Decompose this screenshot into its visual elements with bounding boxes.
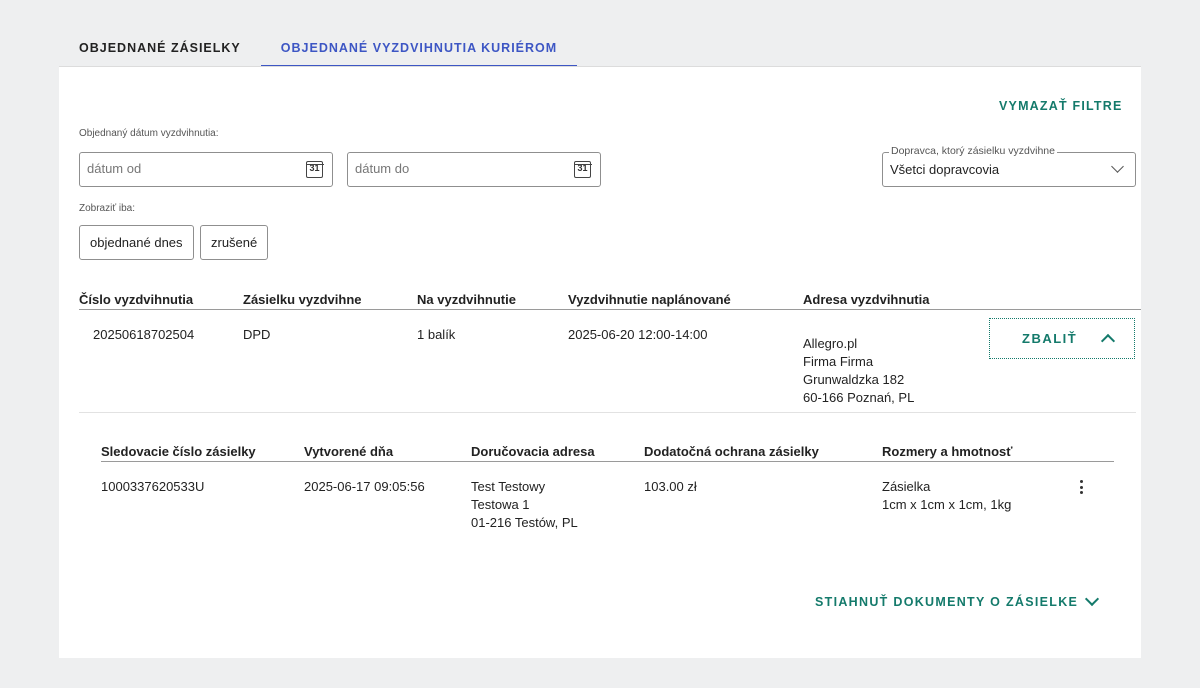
column-header-scheduled: Vyzdvihnutie naplánované xyxy=(568,292,731,307)
download-documents-button[interactable]: STIAHNUŤ DOKUMENTY O ZÁSIELKE xyxy=(815,595,1078,609)
pickup-address-line: 60-166 Poznań, PL xyxy=(803,390,915,405)
chevron-down-icon[interactable] xyxy=(1084,591,1100,607)
additional-protection: 103.00 zł xyxy=(644,479,697,494)
carrier-select[interactable]: Dopravca, ktorý zásielku vyzdvihne Všetc… xyxy=(882,145,1136,187)
tab-bar: OBJEDNANÉ ZÁSIELKY OBJEDNANÉ VYZDVIHNUTI… xyxy=(59,35,578,67)
calendar-icon[interactable]: 31 xyxy=(305,161,324,178)
tab-courier-pickups[interactable]: OBJEDNANÉ VYZDVIHNUTIA KURIÉROM xyxy=(260,35,578,67)
column-header-carrier: Zásielku vyzdvihne xyxy=(243,292,362,307)
pickup-package-count: 1 balík xyxy=(417,327,456,342)
column-header-pickup-number: Číslo vyzdvihnutia xyxy=(79,292,194,307)
column-header-dimensions: Rozmery a hmotnosť xyxy=(882,444,1013,459)
pickup-carrier: DPD xyxy=(243,327,271,342)
main-panel: VYMAZAŤ FILTRE Objednaný dátum vyzdvihnu… xyxy=(59,66,1141,658)
delivery-address-line: Test Testowy xyxy=(471,479,546,494)
filter-chip-cancelled[interactable]: zrušené xyxy=(200,225,269,260)
filter-chip-ordered-today[interactable]: objednané dnes xyxy=(79,225,194,260)
delivery-address-line: Testowa 1 xyxy=(471,497,530,512)
pickup-date-label: Objednaný dátum vyzdvihnutia: xyxy=(79,128,219,139)
date-from-input[interactable] xyxy=(87,161,287,176)
pickup-address-line: Grunwaldzka 182 xyxy=(803,372,905,387)
pickup-address-line: Firma Firma xyxy=(803,354,874,369)
calendar-icon[interactable]: 31 xyxy=(573,161,592,178)
collapse-button[interactable]: ZBALIŤ xyxy=(989,318,1135,359)
chevron-down-icon xyxy=(1111,160,1124,173)
carrier-select-value: Všetci dopravcovia xyxy=(890,162,1000,177)
dimensions-type: Zásielka xyxy=(882,479,931,494)
dimensions-weight: 1cm x 1cm x 1cm, 1kg xyxy=(882,497,1012,512)
shipment-header-divider xyxy=(101,461,1114,462)
date-from-field[interactable]: 31 xyxy=(79,152,333,187)
pickup-number: 20250618702504 xyxy=(93,327,195,342)
column-header-tracking-number: Sledovacie číslo zásielky xyxy=(101,444,256,459)
column-header-delivery-address: Doručovacia adresa xyxy=(471,444,595,459)
tab-ordered-shipments[interactable]: OBJEDNANÉ ZÁSIELKY xyxy=(59,35,261,67)
clear-filters-button[interactable]: VYMAZAŤ FILTRE xyxy=(999,99,1123,113)
column-header-package-count: Na vyzdvihnutie xyxy=(417,292,516,307)
carrier-select-label: Dopravca, ktorý zásielku vyzdvihne xyxy=(889,145,1057,157)
tracking-number: 1000337620533U xyxy=(101,479,205,494)
show-only-label: Zobraziť iba: xyxy=(79,203,135,214)
table-header-divider xyxy=(79,309,1141,310)
column-header-created: Vytvorené dňa xyxy=(304,444,394,459)
row-divider xyxy=(79,412,1136,413)
collapse-button-label: ZBALIŤ xyxy=(1022,331,1078,346)
date-to-field[interactable]: 31 xyxy=(347,152,601,187)
delivery-address-line: 01-216 Testów, PL xyxy=(471,515,578,530)
more-options-icon[interactable] xyxy=(1078,480,1084,496)
pickup-scheduled: 2025-06-20 12:00-14:00 xyxy=(568,327,708,342)
date-to-input[interactable] xyxy=(355,161,555,176)
chevron-up-icon xyxy=(1100,333,1116,349)
column-header-protection: Dodatočná ochrana zásielky xyxy=(644,444,819,459)
column-header-pickup-address: Adresa vyzdvihnutia xyxy=(803,292,930,307)
created-date: 2025-06-17 09:05:56 xyxy=(304,479,425,494)
pickup-address-line: Allegro.pl xyxy=(803,336,858,351)
